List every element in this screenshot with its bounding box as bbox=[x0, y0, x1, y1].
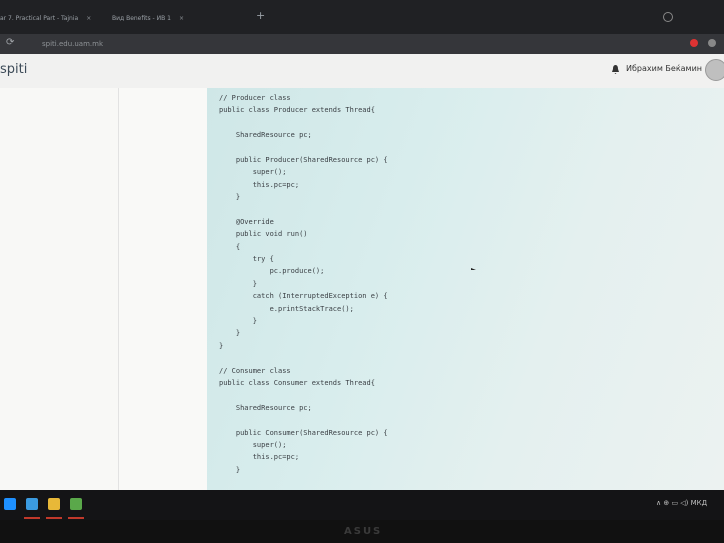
code-line: } bbox=[219, 193, 241, 202]
browser-tab-strip: ar 7. Practical Part - Tajnia × Вид Benef… bbox=[0, 0, 724, 34]
new-tab-icon[interactable]: + bbox=[256, 9, 265, 22]
tab-close-icon[interactable]: × bbox=[86, 15, 91, 22]
code-line: // Consumer class bbox=[219, 366, 291, 375]
browser-tab-active[interactable]: Вид Benefits - ИВ 1 × bbox=[112, 8, 242, 30]
tab-close-icon[interactable]: × bbox=[179, 15, 184, 22]
tab-title: ar 7. Practical Part - Tajnia bbox=[0, 15, 79, 22]
extension-icon[interactable] bbox=[690, 39, 698, 47]
menu-icon[interactable] bbox=[708, 39, 716, 47]
code-line: super(); bbox=[219, 168, 287, 177]
code-line: } bbox=[219, 465, 241, 474]
asus-logo: ASUS bbox=[344, 526, 383, 537]
code-block: // Producer class public class Producer e… bbox=[207, 88, 724, 490]
code-line: } bbox=[219, 341, 224, 350]
code-line: public class Producer extends Thread{ bbox=[219, 106, 375, 115]
code-line: public class Consumer extends Thread{ bbox=[219, 378, 375, 387]
active-indicator bbox=[24, 517, 40, 519]
left-sidebar bbox=[0, 88, 119, 490]
margin-column bbox=[119, 88, 207, 490]
code-line: public void run() bbox=[219, 230, 308, 239]
window-control-icon[interactable] bbox=[663, 12, 673, 22]
start-icon[interactable] bbox=[4, 498, 16, 510]
code-line: catch (InterruptedException e) { bbox=[219, 292, 388, 301]
code-line: pc.produce(); bbox=[219, 267, 325, 276]
tab-title: Вид Benefits - ИВ 1 bbox=[112, 15, 171, 22]
reload-icon[interactable]: ⟳ bbox=[6, 37, 14, 48]
page-content: // Producer class public class Producer e… bbox=[0, 88, 724, 490]
avatar[interactable] bbox=[705, 59, 724, 81]
code-line: e.printStackTrace(); bbox=[219, 304, 354, 313]
code-line: try { bbox=[219, 255, 274, 264]
active-indicator bbox=[68, 517, 84, 519]
code-line: } bbox=[219, 279, 257, 288]
code-line: super(); bbox=[219, 440, 287, 449]
url-field[interactable]: spiti.edu.uam.mk bbox=[42, 37, 103, 51]
code-line: @Override bbox=[219, 217, 274, 226]
address-bar: ⟳ spiti.edu.uam.mk bbox=[0, 34, 724, 54]
code-line: this.pc=pc; bbox=[219, 453, 300, 462]
user-name[interactable]: Ибрахим Беќамин bbox=[626, 64, 702, 73]
active-indicator bbox=[46, 517, 62, 519]
site-header: spiti Ибрахим Беќамин bbox=[0, 54, 724, 89]
bell-icon[interactable] bbox=[612, 65, 619, 74]
code-line: // Producer class bbox=[219, 94, 291, 102]
code-line: SharedResource pc; bbox=[219, 403, 312, 412]
code-line: SharedResource pc; bbox=[219, 131, 312, 140]
code-line: public Consumer(SharedResource pc) { bbox=[219, 428, 388, 437]
code-line: } bbox=[219, 317, 257, 326]
system-tray[interactable]: ∧ ⊕ ▭ ◁) МКД bbox=[656, 499, 707, 507]
chrome-icon[interactable] bbox=[48, 498, 60, 510]
mouse-pointer-icon bbox=[471, 268, 476, 270]
code-line: } bbox=[219, 329, 241, 338]
taskbar: ∧ ⊕ ▭ ◁) МКД bbox=[0, 490, 724, 520]
code-line: public Producer(SharedResource pc) { bbox=[219, 155, 388, 164]
code-line: { bbox=[219, 242, 241, 251]
code-listing: // Producer class public class Producer e… bbox=[219, 92, 388, 476]
site-logo[interactable]: spiti bbox=[0, 62, 27, 77]
code-line: this.pc=pc; bbox=[219, 180, 300, 189]
monitor-screen: ar 7. Practical Part - Tajnia × Вид Benef… bbox=[0, 0, 724, 520]
edge-icon[interactable] bbox=[26, 498, 38, 510]
browser-tab[interactable]: ar 7. Practical Part - Tajnia × bbox=[0, 8, 104, 30]
minecraft-icon[interactable] bbox=[70, 498, 82, 510]
